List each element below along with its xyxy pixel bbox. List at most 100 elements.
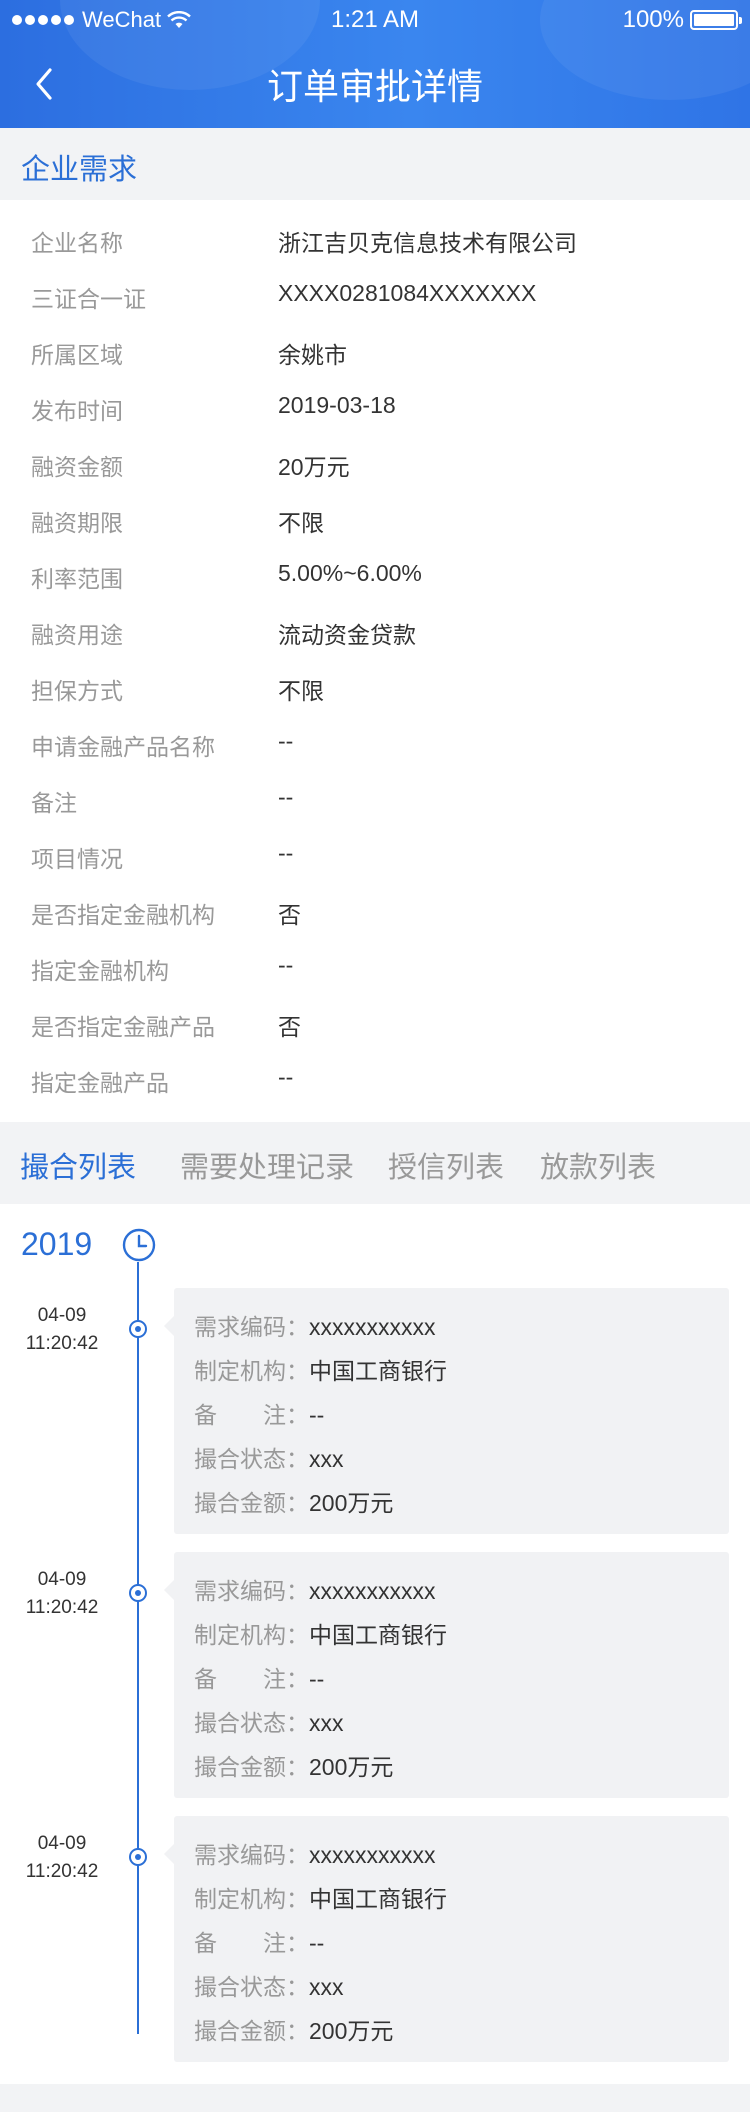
info-value: -- (278, 728, 294, 754)
timeline-dot-icon (129, 1848, 147, 1866)
entry-datetime: 04-09 11:20:42 (0, 1830, 124, 1886)
card-field-label: 备 注： (194, 1666, 309, 1692)
entry-time: 11:20:42 (25, 1333, 99, 1354)
card-field-value: 200万元 (309, 2018, 394, 2044)
timeline-entry[interactable]: 04-09 11:20:42 需求编码：xxxxxxxxxxx 制定机构：中国工商银行… (0, 1552, 750, 1800)
tab-2[interactable]: 授信列表 (388, 1144, 504, 1186)
record-card[interactable]: 需求编码：xxxxxxxxxxx 制定机构：中国工商银行备 注：-- 撮合状态：xx… (164, 1288, 729, 1534)
info-value: XXXX0281084XXXXXXX (278, 280, 537, 306)
tab-1[interactable]: 需要处理记录 (180, 1144, 354, 1186)
status-bar: WeChat 1:21 AM 100% (0, 0, 750, 40)
entry-time: 11:20:42 (25, 1861, 99, 1882)
timeline-year: 2019 (21, 1226, 93, 1262)
card-field: 备 注：-- (194, 1396, 324, 1430)
info-value: 不限 (278, 510, 324, 536)
card-field-label: 撮合金额： (194, 1490, 309, 1516)
info-row: 所属区域 余姚市 (0, 324, 750, 380)
battery-icon (690, 10, 742, 30)
card-field-label: 撮合状态： (194, 1974, 309, 2000)
info-row: 融资期限 不限 (0, 492, 750, 548)
card-field-value: xxx (309, 1710, 344, 1736)
entry-datetime: 04-09 11:20:42 (0, 1566, 124, 1622)
section-title: 企业需求 (21, 154, 138, 186)
info-value: 浙江吉贝克信息技术有限公司 (278, 230, 577, 256)
entry-datetime: 04-09 11:20:42 (0, 1302, 124, 1358)
timeline-entry[interactable]: 04-09 11:20:42 需求编码：xxxxxxxxxxx 制定机构：中国工商银行… (0, 1816, 750, 2064)
battery-fill (694, 14, 734, 26)
card-field: 需求编码：xxxxxxxxxxx (194, 1572, 436, 1606)
info-row: 是否指定金融机构 否 (0, 884, 750, 940)
card-field-value: -- (309, 1402, 325, 1428)
info-label: 三证合一证 (31, 286, 146, 312)
info-label: 指定金融机构 (31, 958, 169, 984)
card-field-label: 撮合状态： (194, 1446, 309, 1472)
clock-icon (122, 1228, 156, 1262)
battery-percentage: 100% (622, 6, 684, 33)
enterprise-info-list: 企业名称 浙江吉贝克信息技术有限公司三证合一证 XXXX0281084XXXXXXX… (0, 200, 750, 1122)
card-field-label: 撮合金额： (194, 1754, 309, 1780)
card-field-value: xxx (309, 1974, 344, 2000)
info-value: 2019-03-18 (278, 392, 396, 418)
tab-bar: 撮合列表 需要处理记录 授信列表 放款列表 (0, 1122, 750, 1204)
info-row: 利率范围 5.00%~6.00% (0, 548, 750, 604)
card-field: 备 注：-- (194, 1660, 324, 1694)
info-label: 项目情况 (31, 846, 123, 872)
entry-date: 04-09 (37, 1833, 87, 1854)
card-field: 制定机构：中国工商银行 (194, 1616, 447, 1650)
entry-date: 04-09 (37, 1569, 87, 1590)
card-field-label: 制定机构： (194, 1358, 309, 1384)
info-value: 不限 (278, 678, 324, 704)
info-label: 利率范围 (31, 566, 123, 592)
info-value: 否 (278, 1014, 301, 1040)
info-label: 备注 (31, 790, 77, 816)
info-value: -- (278, 840, 294, 866)
info-value: -- (278, 1064, 294, 1090)
info-row: 是否指定金融产品 否 (0, 996, 750, 1052)
card-field: 撮合状态：xxx (194, 1704, 344, 1738)
info-value: 否 (278, 902, 301, 928)
card-field-label: 制定机构： (194, 1886, 309, 1912)
info-value: 余姚市 (278, 342, 347, 368)
info-row: 项目情况 -- (0, 828, 750, 884)
card-field-value: xxxxxxxxxxx (309, 1314, 436, 1340)
info-row: 指定金融产品 -- (0, 1052, 750, 1108)
info-value: -- (278, 784, 294, 810)
card-field-label: 需求编码： (194, 1578, 309, 1604)
card-field: 制定机构：中国工商银行 (194, 1880, 447, 1914)
record-card[interactable]: 需求编码：xxxxxxxxxxx 制定机构：中国工商银行备 注：-- 撮合状态：xx… (164, 1552, 729, 1798)
entry-time: 11:20:42 (25, 1597, 99, 1618)
info-value: 5.00%~6.00% (278, 560, 422, 586)
info-value: 流动资金贷款 (278, 622, 416, 648)
info-value: -- (278, 952, 294, 978)
navbar: 订单审批详情 (0, 40, 750, 128)
entry-date: 04-09 (37, 1305, 87, 1326)
card-field-label: 备 注： (194, 1402, 309, 1428)
card-field-value: 中国工商银行 (309, 1886, 447, 1912)
bottom-spacer (0, 2084, 750, 2112)
tab-3[interactable]: 放款列表 (540, 1144, 656, 1186)
card-field: 撮合金额：200万元 (194, 1484, 393, 1518)
card-field-value: -- (309, 1666, 325, 1692)
info-row: 指定金融机构 -- (0, 940, 750, 996)
card-field-label: 撮合金额： (194, 2018, 309, 2044)
card-field: 撮合金额：200万元 (194, 1748, 393, 1782)
record-card[interactable]: 需求编码：xxxxxxxxxxx 制定机构：中国工商银行备 注：-- 撮合状态：xx… (164, 1816, 729, 2062)
info-row: 担保方式 不限 (0, 660, 750, 716)
status-right: 100% (622, 6, 742, 34)
card-field-value: 200万元 (309, 1490, 394, 1516)
timeline-dot-icon (129, 1584, 147, 1602)
info-label: 申请金融产品名称 (31, 734, 215, 760)
card-field-label: 制定机构： (194, 1622, 309, 1648)
info-value: 20万元 (278, 454, 350, 480)
timeline-panel: 2019 04-09 11:20:42 需求编码：xxxxxxxxxxx 制定机构：中… (0, 1204, 750, 2084)
info-row: 企业名称 浙江吉贝克信息技术有限公司 (0, 212, 750, 268)
info-label: 融资用途 (31, 622, 123, 648)
card-field-value: xxx (309, 1446, 344, 1472)
info-row: 三证合一证 XXXX0281084XXXXXXX (0, 268, 750, 324)
card-field-value: -- (309, 1930, 325, 1956)
info-row: 备注 -- (0, 772, 750, 828)
timeline-entry[interactable]: 04-09 11:20:42 需求编码：xxxxxxxxxxx 制定机构：中国工商银行… (0, 1288, 750, 1536)
tab-0[interactable]: 撮合列表 (20, 1144, 136, 1186)
card-field-value: 中国工商银行 (309, 1358, 447, 1384)
info-label: 企业名称 (31, 230, 123, 256)
